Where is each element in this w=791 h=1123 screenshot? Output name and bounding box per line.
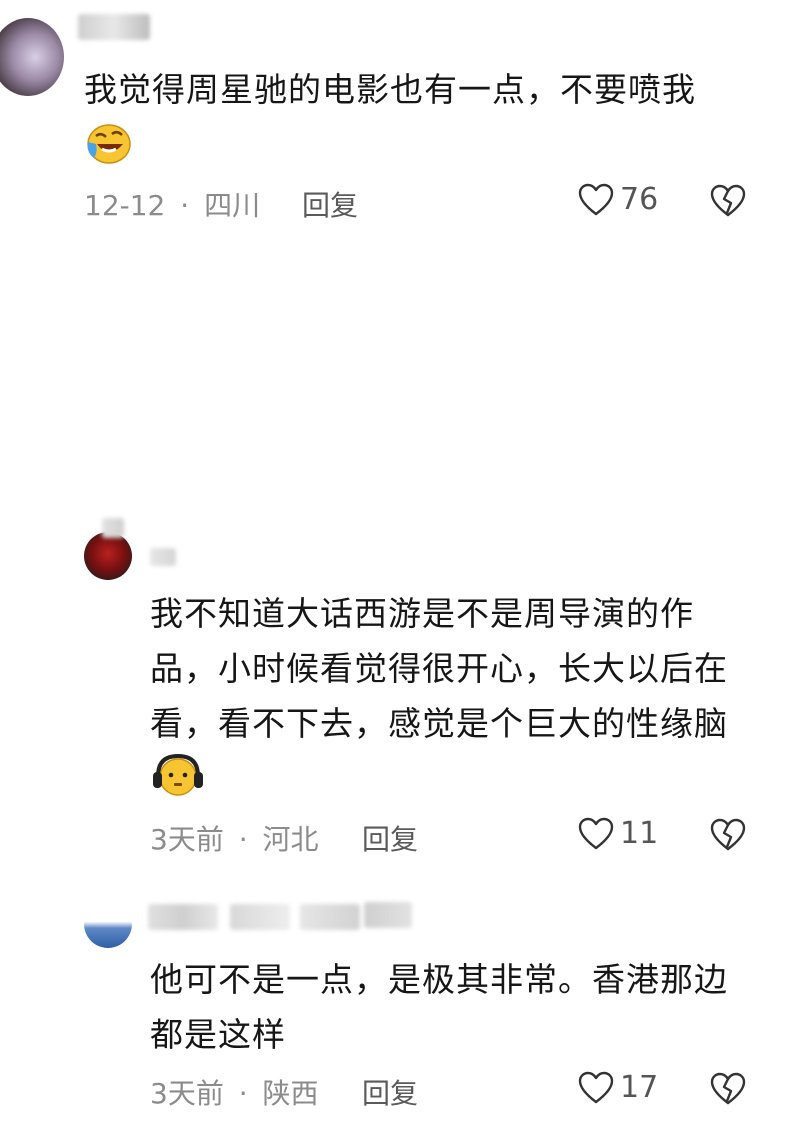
like-button[interactable]: 76 bbox=[578, 182, 658, 217]
comment-location: 河北 bbox=[262, 823, 319, 856]
meta-separator: · bbox=[180, 189, 190, 222]
comment-meta: 3天前 · 河北 bbox=[150, 818, 319, 858]
username-blurred[interactable] bbox=[150, 548, 176, 566]
comment-text: 他可不是一点，是极其非常。香港那边 都是这样 bbox=[150, 952, 728, 1062]
username-blurred[interactable] bbox=[230, 904, 290, 930]
headphones-face-emoji bbox=[153, 753, 203, 796]
comment-text-line: 看，看不下去，感觉是个巨大的性缘脑 bbox=[150, 704, 728, 743]
like-button[interactable]: 11 bbox=[578, 816, 658, 851]
comment-meta: 3天前 · 陕西 bbox=[150, 1072, 319, 1112]
broken-heart-icon[interactable] bbox=[710, 1072, 746, 1106]
reply-button[interactable]: 回复 bbox=[362, 818, 418, 858]
comment-date: 3天前 bbox=[150, 823, 224, 856]
username-blurred[interactable] bbox=[300, 904, 360, 930]
comment-text-line: 我觉得周星驰的电影也有一点，不要喷我 bbox=[84, 70, 696, 109]
like-count: 11 bbox=[620, 816, 659, 851]
comment-location: 陕西 bbox=[262, 1077, 319, 1110]
comment-meta: 12-12 · 四川 bbox=[84, 184, 260, 224]
reply-button[interactable]: 回复 bbox=[362, 1072, 418, 1112]
comment-date: 12-12 bbox=[84, 189, 166, 222]
username-blurred[interactable] bbox=[78, 14, 150, 40]
username-blurred[interactable] bbox=[148, 904, 218, 930]
avatar[interactable] bbox=[84, 904, 132, 948]
avatar[interactable] bbox=[0, 18, 64, 96]
username-blurred[interactable] bbox=[364, 902, 412, 928]
heart-icon bbox=[578, 183, 614, 215]
comment-text: 我不知道大话西游是不是周导演的作 品，小时候看觉得很开心，长大以后在 看，看不下… bbox=[150, 586, 728, 751]
username-blurred[interactable] bbox=[102, 518, 124, 538]
comment-text-line: 品，小时候看觉得很开心，长大以后在 bbox=[150, 649, 728, 688]
comment-date: 3天前 bbox=[150, 1077, 224, 1110]
avatar[interactable] bbox=[84, 532, 132, 580]
reply-button[interactable]: 回复 bbox=[302, 184, 358, 224]
comment-location: 四川 bbox=[204, 189, 261, 222]
meta-separator: · bbox=[238, 823, 248, 856]
comment-text-line: 我不知道大话西游是不是周导演的作 bbox=[150, 594, 694, 633]
comment-text-line: 都是这样 bbox=[150, 1015, 286, 1054]
meta-separator: · bbox=[238, 1077, 248, 1110]
like-button[interactable]: 17 bbox=[578, 1070, 658, 1105]
like-count: 17 bbox=[620, 1070, 659, 1105]
heart-icon bbox=[578, 817, 614, 849]
comment-text-line: 他可不是一点，是极其非常。香港那边 bbox=[150, 960, 728, 999]
broken-heart-icon[interactable] bbox=[710, 184, 746, 218]
broken-heart-icon[interactable] bbox=[710, 818, 746, 852]
comment-item: 我觉得周星驰的电影也有一点，不要喷我 12-12 · 四川 回复 76 bbox=[0, 0, 791, 250]
comment-item: 我不知道大话西游是不是周导演的作 品，小时候看觉得很开心，长大以后在 看，看不下… bbox=[0, 500, 791, 880]
like-count: 76 bbox=[620, 182, 659, 217]
laughing-crying-emoji bbox=[87, 124, 131, 164]
comment-item: 他可不是一点，是极其非常。香港那边 都是这样 3天前 · 陕西 回复 17 bbox=[0, 890, 791, 1123]
comment-text: 我觉得周星驰的电影也有一点，不要喷我 bbox=[84, 62, 696, 117]
heart-icon bbox=[578, 1071, 614, 1103]
